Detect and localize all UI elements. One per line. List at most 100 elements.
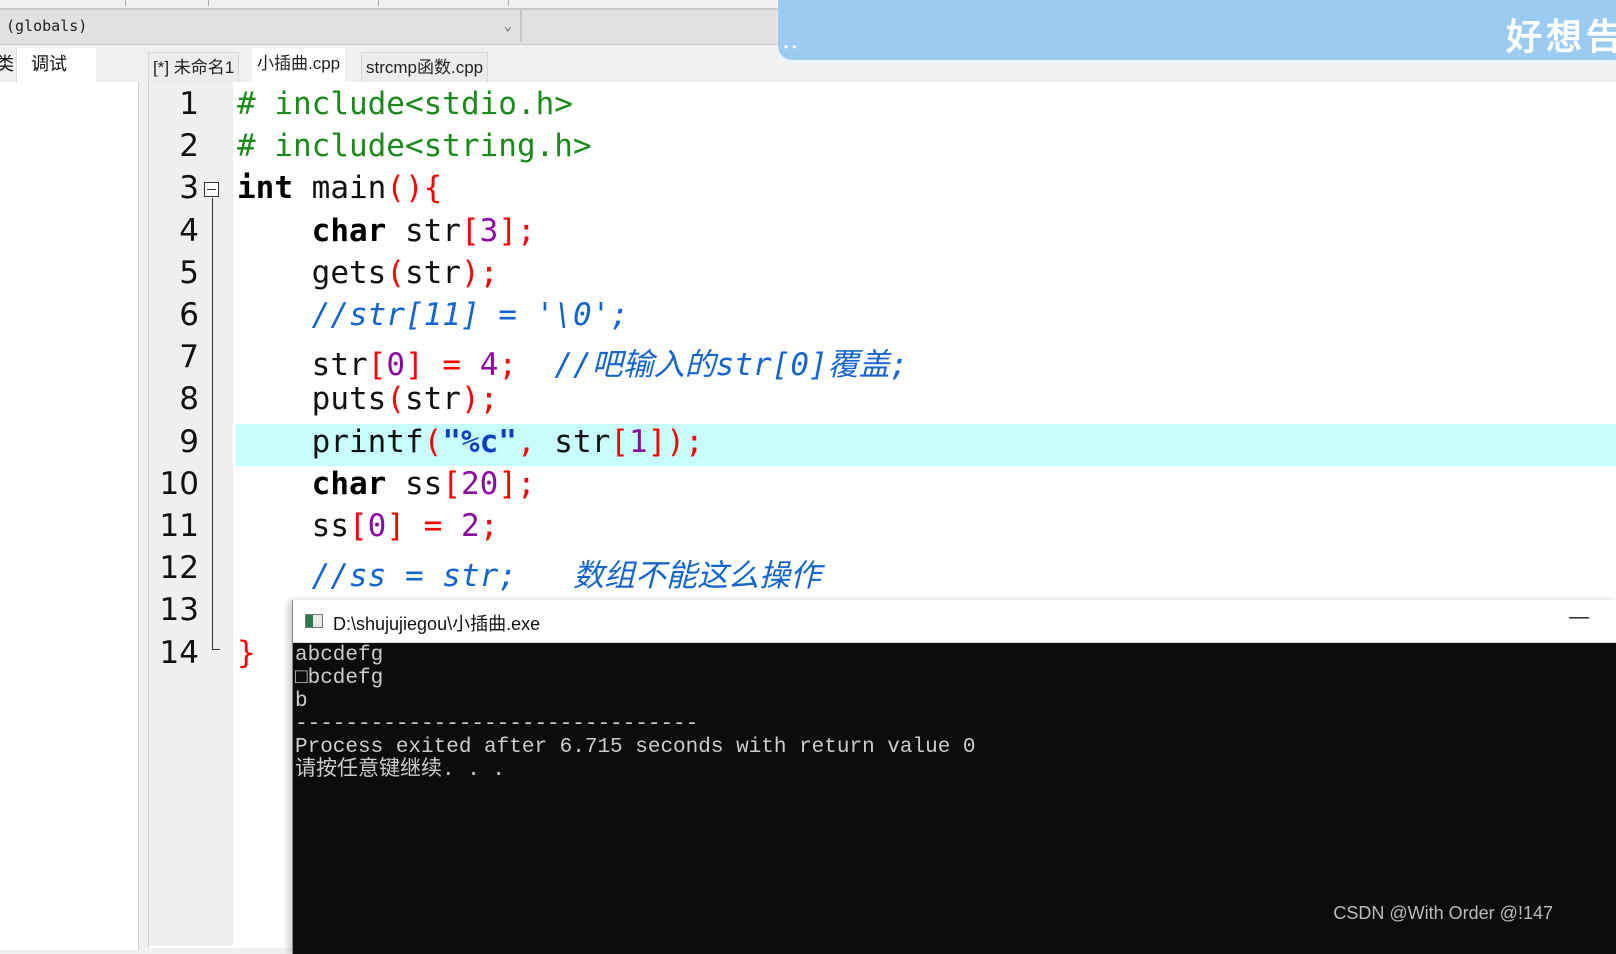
code-token: [ xyxy=(348,508,368,544)
line-number: 7 xyxy=(179,339,199,376)
line-number: 1 xyxy=(179,86,199,122)
console-output: abcdefg □bcdefg b -------------------------… xyxy=(295,644,976,782)
code-token: main xyxy=(293,170,387,207)
line-number: 4 xyxy=(179,212,199,249)
console-title: D:\shujujiegou\小插曲.exe xyxy=(333,614,541,634)
code-token: str xyxy=(535,423,611,460)
code-token: # include<stdio.h> xyxy=(237,86,573,122)
console-line: b xyxy=(295,690,308,713)
code-token: gets xyxy=(237,254,387,291)
code-token: ]; xyxy=(498,465,536,502)
code-token: ( xyxy=(386,254,405,291)
code-token: puts xyxy=(237,381,387,418)
code-token: = xyxy=(423,508,443,544)
code-line: str[0] = 4; //吧输入的str[0]覆盖; xyxy=(237,339,909,384)
code-token: char xyxy=(311,465,387,502)
line-number: 9 xyxy=(179,423,199,460)
tab-debug[interactable]: 调试 xyxy=(16,48,96,82)
code-token: printf xyxy=(237,423,424,460)
console-titlebar[interactable]: D:\shujujiegou\小插曲.exe — xyxy=(293,600,1616,643)
code-token: ]; xyxy=(498,212,536,249)
code-line: //str[11] = '\0'; xyxy=(237,297,629,333)
line-number: 3 xyxy=(179,170,199,207)
line-number: 8 xyxy=(179,381,199,418)
side-panel-tabs: 类 调试 xyxy=(0,48,140,82)
decorative-banner: •• 好想告 xyxy=(778,0,1616,60)
console-line: □bcdefg xyxy=(295,667,384,690)
console-line: -------------------------------- xyxy=(295,713,699,736)
code-token: ; xyxy=(498,347,518,384)
tab-strcmp-cpp[interactable]: strcmp函数.cpp xyxy=(361,52,489,83)
code-token: 0 xyxy=(367,508,387,544)
code-token: ] xyxy=(386,508,405,544)
console-app-icon xyxy=(305,614,323,628)
fold-guide-end xyxy=(212,649,220,650)
fold-guide xyxy=(212,198,213,650)
code-line: char ss[20]; xyxy=(237,466,536,502)
code-token: [ xyxy=(610,423,629,460)
tab-xiaochaqu-cpp[interactable]: 小插曲.cpp xyxy=(252,48,346,83)
code-token: (){ xyxy=(386,170,443,207)
watermark: CSDN @With Order @!147 xyxy=(1333,903,1553,923)
console-line: 请按任意键继续. . . xyxy=(295,759,506,782)
code-line: ss[0] = 2; xyxy=(237,508,499,544)
code-token: 20 xyxy=(460,465,499,502)
code-token: [ xyxy=(460,212,480,249)
code-token: 2 xyxy=(461,508,480,544)
line-number: 6 xyxy=(179,297,199,333)
toolbar-strip xyxy=(0,0,780,9)
line-number: 12 xyxy=(159,550,199,587)
code-line: gets(str); xyxy=(237,254,499,291)
code-token: ); xyxy=(460,254,499,291)
tab-untitled1[interactable]: [*] 未命名1 xyxy=(148,52,240,83)
code-line: //ss = str; 数组不能这么操作 xyxy=(237,550,821,595)
code-token: ); xyxy=(460,381,499,418)
banner-dots: •• xyxy=(784,40,801,54)
code-token: //吧输入的str[0]覆盖; xyxy=(554,347,909,384)
code-token: [ xyxy=(367,347,387,384)
code-line: char str[3]; xyxy=(237,213,536,249)
code-token: int xyxy=(237,170,293,207)
code-token: str xyxy=(404,381,461,418)
code-token: 1 xyxy=(628,423,648,460)
code-line: # include<string.h> xyxy=(237,128,592,164)
code-line: int main(){ xyxy=(237,170,442,206)
console-line: Process exited after 6.715 seconds with … xyxy=(295,736,976,759)
line-number: 10 xyxy=(159,465,199,502)
line-number: 5 xyxy=(179,254,199,291)
code-token: # include<string.h> xyxy=(237,128,592,165)
code-token: 3 xyxy=(479,212,499,249)
scope-select-value: (globals) xyxy=(6,17,88,35)
code-token: 4 xyxy=(479,347,499,384)
code-token: ] xyxy=(405,347,424,384)
fold-collapse-icon[interactable] xyxy=(204,182,219,197)
code-token: "%c" xyxy=(442,423,517,460)
side-panel xyxy=(0,82,139,950)
code-token: [ xyxy=(442,465,461,502)
line-number: 2 xyxy=(179,128,199,165)
tab-classes[interactable]: 类 xyxy=(0,48,14,82)
code-token: ( xyxy=(386,381,405,418)
code-token: ss xyxy=(237,508,349,544)
code-token: ss xyxy=(386,465,443,502)
code-token: , xyxy=(516,423,536,460)
minimize-button[interactable]: — xyxy=(1569,606,1589,629)
console-line: abcdefg xyxy=(295,644,384,667)
code-token: //str[11] = '\0'; xyxy=(311,297,629,333)
line-number: 11 xyxy=(159,508,199,544)
code-token: //ss = str; 数组不能这么操作 xyxy=(311,558,821,595)
code-token: str xyxy=(237,347,368,384)
code-token: ]); xyxy=(647,423,704,460)
console-window[interactable]: D:\shujujiegou\小插曲.exe — abcdefg □bcdefg b… xyxy=(292,600,1616,954)
code-token: = xyxy=(442,347,462,384)
code-line: } xyxy=(237,635,256,671)
code-line: printf("%c", str[1]); xyxy=(237,424,704,460)
scope-select[interactable]: (globals) ⌄ xyxy=(0,10,522,42)
code-token: str xyxy=(404,254,461,291)
